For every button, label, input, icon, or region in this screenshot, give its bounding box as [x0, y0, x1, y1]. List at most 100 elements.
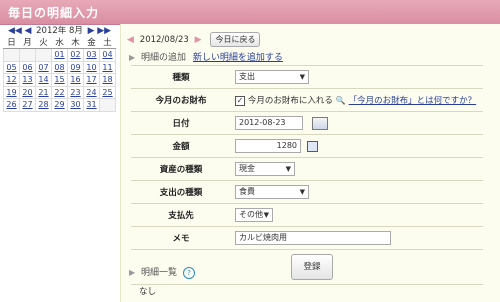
calendar-day-cell: 07 [35, 60, 52, 74]
calendar-day-link[interactable]: 17 [86, 75, 96, 84]
submit-cell: 登録 [231, 249, 483, 285]
calendar-day-link[interactable]: 29 [54, 100, 64, 109]
wallet-help-link[interactable]: 「今月のお財布」とは何ですか？ [349, 96, 477, 106]
search-help-icon: 🔍 [335, 96, 346, 105]
payee-value: その他 [239, 210, 263, 219]
calendar-day-link[interactable]: 01 [54, 50, 64, 59]
next-year-icon[interactable]: ▶▶ [97, 26, 111, 36]
form-row-date: 日付 2012-08-23 [131, 111, 483, 135]
wallet-label: 今月のお財布 [131, 88, 231, 112]
prev-day-icon[interactable]: ◀ [127, 35, 134, 45]
form-row-wallet: 今月のお財布 ✓ 今月のお財布に入れる 🔍 「今月のお財布」とは何ですか？ [131, 88, 483, 112]
dropdown-arrow-icon: ▼ [299, 188, 305, 196]
calendar-day-link[interactable]: 26 [6, 100, 16, 109]
calendar-day-link[interactable]: 19 [6, 88, 16, 97]
calendar-day-cell: 09 [67, 60, 84, 74]
back-to-today-button[interactable]: 今日に戻る [210, 32, 261, 47]
dropdown-arrow-icon: ▼ [285, 165, 291, 173]
form-row-type: 種類 支出 ▼ [131, 65, 483, 89]
expense-select[interactable]: 食費 ▼ [235, 185, 309, 199]
calendar-day-link[interactable]: 06 [22, 63, 32, 72]
calendar-day-cell: 28 [35, 98, 52, 112]
calendar-day-link[interactable]: 02 [70, 50, 80, 59]
weekday-tue: 火 [35, 36, 52, 49]
wallet-checkbox[interactable]: ✓ [235, 95, 245, 106]
next-day-icon[interactable]: ▶ [195, 35, 202, 45]
calendar-day-link[interactable]: 22 [54, 88, 64, 97]
prev-year-icon[interactable]: ◀◀ [8, 26, 22, 36]
calendar-day-cell: 11 [99, 60, 116, 74]
calendar-day-link[interactable]: 18 [102, 75, 112, 84]
calendar-day-link[interactable]: 09 [70, 63, 80, 72]
calendar-day-link[interactable]: 30 [70, 100, 80, 109]
calendar-day-cell: 26 [3, 98, 20, 112]
calendar-day-link[interactable]: 12 [6, 75, 16, 84]
list-section-label: 明細一覧 [141, 268, 178, 278]
weekday-thu: 木 [67, 36, 84, 49]
calendar-day-cell: 14 [35, 73, 52, 87]
calendar-day-link[interactable]: 14 [38, 75, 48, 84]
form-row-memo: メモ カルビ焼肉用 [131, 226, 483, 250]
calendar-day-link[interactable]: 27 [22, 100, 32, 109]
expand-triangle-icon: ▶ [129, 53, 136, 62]
calendar-grid: 日 月 火 水 木 金 土 01 02 03 04 05 06 07 08 09… [3, 36, 116, 112]
calendar-day-cell: 03 [83, 48, 100, 62]
calendar-day-link[interactable]: 10 [86, 63, 96, 72]
calendar-day-link[interactable]: 28 [38, 100, 48, 109]
calendar-day-link[interactable]: 08 [54, 63, 64, 72]
calendar-day-cell: 29 [51, 98, 68, 112]
memo-cell: カルビ焼肉用 [231, 226, 483, 250]
asset-value: 現金 [239, 164, 255, 173]
calendar-day-cell: 17 [83, 73, 100, 87]
calendar-picker-icon[interactable] [311, 116, 328, 130]
amount-label: 金額 [131, 134, 231, 158]
weekday-sun: 日 [3, 36, 20, 49]
add-section-label: 明細の追加 [141, 53, 187, 63]
calendar-empty-cell [3, 48, 20, 62]
payee-select[interactable]: その他 ▼ [235, 208, 273, 222]
current-date: 2012/08/23 [139, 34, 189, 45]
calendar-day-link[interactable]: 05 [6, 63, 16, 72]
calendar-day-cell: 10 [83, 60, 100, 74]
amount-input[interactable]: 1280 [235, 139, 301, 153]
calendar-day-link[interactable]: 04 [102, 50, 112, 59]
register-button[interactable]: 登録 [291, 254, 333, 280]
calendar-day-link[interactable]: 31 [86, 100, 96, 109]
memo-input[interactable]: カルビ焼肉用 [235, 231, 391, 245]
asset-select[interactable]: 現金 ▼ [235, 162, 295, 176]
calendar-day-link[interactable]: 25 [102, 88, 112, 97]
type-value: 支出 [239, 72, 255, 81]
calendar-day-cell: 18 [99, 73, 116, 87]
calendar-day-link[interactable]: 21 [38, 88, 48, 97]
weekday-wed: 水 [51, 36, 68, 49]
form-row-expense: 支出の種類 食費 ▼ [131, 180, 483, 204]
help-icon[interactable]: ? [182, 267, 195, 279]
calendar-day-link[interactable]: 15 [54, 75, 64, 84]
calculator-icon[interactable] [306, 140, 318, 152]
calendar-day-link[interactable]: 24 [86, 88, 96, 97]
dropdown-arrow-icon: ▼ [299, 73, 305, 81]
calendar-day-cell: 21 [35, 85, 52, 99]
prev-month-icon[interactable]: ◀ [25, 26, 32, 36]
calendar-empty-cell [19, 48, 36, 62]
next-month-icon[interactable]: ▶ [88, 26, 95, 36]
calendar-day-link[interactable]: 07 [38, 63, 48, 72]
amount-cell: 1280 [231, 134, 483, 158]
payee-label: 支払先 [131, 203, 231, 227]
mini-calendar: ◀◀ ◀ 2012年 8月 ▶ ▶▶ 日 月 火 水 木 金 土 01 02 0… [3, 24, 116, 112]
calendar-day-link[interactable]: 20 [22, 88, 32, 97]
calendar-day-link[interactable]: 23 [70, 88, 80, 97]
date-input[interactable]: 2012-08-23 [235, 116, 303, 130]
date-navigation: ◀ 2012/08/23 ▶ 今日に戻る [127, 32, 261, 47]
calendar-day-link[interactable]: 11 [102, 63, 112, 72]
calendar-day-link[interactable]: 03 [86, 50, 96, 59]
calendar-day-cell: 30 [67, 98, 84, 112]
calendar-day-link[interactable]: 16 [70, 75, 80, 84]
list-section-header: ▶ 明細一覧 ? [129, 265, 195, 279]
date-label: 日付 [131, 111, 231, 135]
expense-cell: 食費 ▼ [231, 180, 483, 204]
calendar-day-cell: 27 [19, 98, 36, 112]
add-new-entry-link[interactable]: 新しい明細を追加する [193, 53, 283, 63]
type-select[interactable]: 支出 ▼ [235, 70, 309, 84]
calendar-day-link[interactable]: 13 [22, 75, 32, 84]
